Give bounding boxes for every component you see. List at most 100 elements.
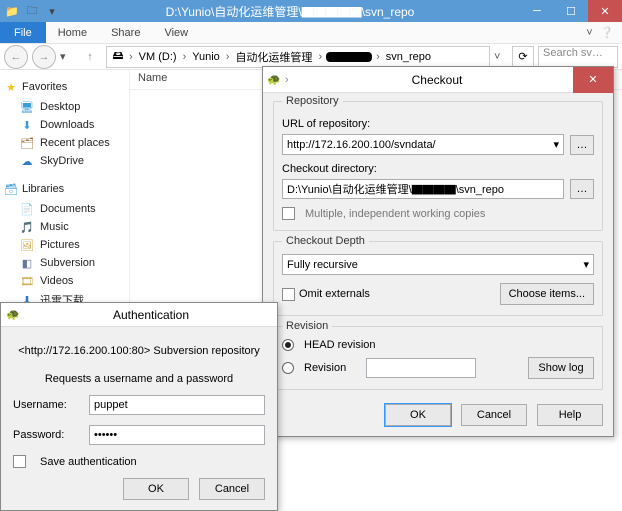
videos-icon: 🎞 — [20, 274, 34, 288]
sidebar-item-label: Recent places — [40, 137, 110, 149]
crumb-redacted[interactable] — [326, 52, 372, 62]
revision-legend: Revision — [282, 320, 332, 332]
nav-forward-button[interactable]: → — [32, 45, 56, 69]
password-label: Password: — [13, 429, 79, 441]
dialog-title: Checkout — [301, 73, 573, 87]
libraries-label: Libraries — [22, 183, 64, 195]
checkout-dialog: 🐢 › Checkout ✕ Repository URL of reposit… — [262, 66, 614, 437]
dir-value: D:\Yunio\自动化运维管理\▇▇▇▇\svn_repo — [287, 181, 504, 197]
tab-file[interactable]: File — [0, 22, 46, 43]
url-combo[interactable]: http://172.16.200.100/svndata/ ▾ — [282, 134, 564, 155]
chevron-right-icon[interactable]: › — [316, 51, 324, 63]
minimize-button[interactable]: ─ — [520, 0, 554, 22]
auth-ok-button[interactable]: OK — [123, 478, 189, 500]
folder-icon: 📁 — [4, 3, 20, 19]
auth-repo-line: <http://172.16.200.100:80> Subversion re… — [13, 345, 265, 357]
dialog-close-button[interactable]: ✕ — [573, 67, 613, 93]
dir-label: Checkout directory: — [282, 163, 594, 175]
favorites-label: Favorites — [22, 81, 67, 93]
new-folder-icon[interactable]: 🗀 — [24, 3, 40, 19]
sidebar-item-documents[interactable]: 📄Documents — [4, 200, 125, 218]
tab-share[interactable]: Share — [99, 23, 152, 43]
crumb-4[interactable]: svn_repo — [384, 51, 433, 63]
window-titlebar: 📁 🗀 ▾ D:\Yunio\自动化运维管理\▇▇▇▇▇\svn_repo ─ … — [0, 0, 622, 22]
show-log-button[interactable]: Show log — [528, 357, 594, 379]
sidebar-item-label: Videos — [40, 275, 73, 287]
refresh-button[interactable]: ⟳ — [512, 46, 534, 68]
search-input[interactable]: Search sv… — [538, 46, 618, 68]
repository-legend: Repository — [282, 95, 343, 107]
revision-radio[interactable] — [282, 362, 294, 374]
close-button[interactable]: ✕ — [588, 0, 622, 22]
chevron-right-icon: › — [285, 74, 295, 86]
username-label: Username: — [13, 399, 79, 411]
depth-combo[interactable]: Fully recursive ▾ — [282, 254, 594, 275]
chevron-down-icon: ▾ — [553, 138, 559, 151]
browse-dir-button[interactable]: … — [570, 179, 594, 199]
nav-up-button[interactable]: ↑ — [78, 45, 102, 69]
ribbon-collapse-icon[interactable]: ˅ — [586, 27, 600, 39]
chevron-right-icon[interactable]: › — [224, 51, 232, 63]
maximize-button[interactable]: ☐ — [554, 0, 588, 22]
qat-overflow-icon[interactable]: ▾ — [44, 3, 60, 19]
recent-icon: 🗂 — [20, 136, 34, 150]
crumb-0[interactable]: VM (D:) — [137, 51, 179, 63]
music-icon: 🎵 — [20, 220, 34, 234]
sidebar-item-videos[interactable]: 🎞 Videos — [4, 272, 125, 290]
username-value: puppet — [94, 399, 128, 411]
ok-button[interactable]: OK — [385, 404, 451, 426]
breadcrumb[interactable]: 🖴 › VM (D:) › Yunio › 自动化运维管理 › › svn_re… — [106, 46, 490, 68]
sidebar-item-desktop[interactable]: 🖥Desktop — [4, 98, 125, 116]
chevron-down-icon: ▾ — [583, 258, 589, 271]
tab-home[interactable]: Home — [46, 23, 99, 43]
cancel-button[interactable]: Cancel — [461, 404, 527, 426]
head-radio[interactable] — [282, 339, 294, 351]
libraries-icon: 🗃 — [4, 182, 18, 196]
revision-input[interactable] — [366, 358, 476, 378]
breadcrumb-dropdown-icon[interactable]: ˅ — [494, 51, 508, 63]
auth-title: Authentication — [25, 308, 277, 322]
username-input[interactable]: puppet — [89, 395, 265, 415]
sidebar-item-subversion[interactable]: ◧ Subversion — [4, 254, 125, 272]
sidebar-item-label: Subversion — [40, 257, 95, 269]
chevron-right-icon[interactable]: › — [181, 51, 189, 63]
crumb-2[interactable]: 自动化运维管理 — [233, 49, 314, 65]
sidebar-item-downloads[interactable]: ⬇Downloads — [4, 116, 125, 134]
sidebar-item-label: Music — [40, 221, 69, 233]
libraries-header[interactable]: 🗃 Libraries — [4, 182, 125, 196]
chevron-right-icon[interactable]: › — [374, 51, 382, 63]
nav-back-button[interactable]: ← — [4, 45, 28, 69]
sidebar-item-pictures[interactable]: 🖼Pictures — [4, 236, 125, 254]
save-auth-checkbox[interactable] — [13, 455, 26, 468]
window-title: D:\Yunio\自动化运维管理\▇▇▇▇▇\svn_repo — [60, 3, 520, 20]
sidebar-item-label: Pictures — [40, 239, 80, 251]
nav-history-icon[interactable]: ▾ — [60, 50, 74, 63]
documents-icon: 📄 — [20, 202, 34, 216]
save-auth-label: Save authentication — [40, 456, 137, 468]
favorites-header[interactable]: ★ Favorites — [4, 80, 125, 94]
auth-cancel-button[interactable]: Cancel — [199, 478, 265, 500]
multiple-label: Multiple, independent working copies — [305, 208, 485, 220]
dir-input[interactable]: D:\Yunio\自动化运维管理\▇▇▇▇\svn_repo — [282, 179, 564, 199]
revision-group: Revision HEAD revision Revision Show log — [273, 326, 603, 390]
auth-prompt: Requests a username and a password — [13, 373, 265, 385]
sidebar-item-recent[interactable]: 🗂 Recent places — [4, 134, 125, 152]
password-value: •••••• — [94, 429, 117, 441]
choose-items-button[interactable]: Choose items... — [500, 283, 594, 305]
head-label: HEAD revision — [304, 339, 376, 351]
crumb-1[interactable]: Yunio — [190, 51, 222, 63]
tab-view[interactable]: View — [152, 23, 200, 43]
omit-checkbox[interactable] — [282, 288, 295, 301]
subversion-icon: ◧ — [20, 256, 34, 270]
password-input[interactable]: •••••• — [89, 425, 265, 445]
chevron-right-icon[interactable]: › — [127, 51, 135, 63]
cloud-icon: ☁ — [20, 154, 34, 168]
help-icon[interactable]: ❔ — [600, 26, 622, 39]
ribbon-tabs: File Home Share View ˅ ❔ — [0, 22, 622, 44]
browse-repo-button[interactable]: … — [570, 135, 594, 155]
sidebar-item-skydrive[interactable]: ☁SkyDrive — [4, 152, 125, 170]
help-button[interactable]: Help — [537, 404, 603, 426]
drive-icon: 🖴 — [111, 50, 125, 64]
multiple-checkbox[interactable] — [282, 207, 295, 220]
sidebar-item-music[interactable]: 🎵 Music — [4, 218, 125, 236]
